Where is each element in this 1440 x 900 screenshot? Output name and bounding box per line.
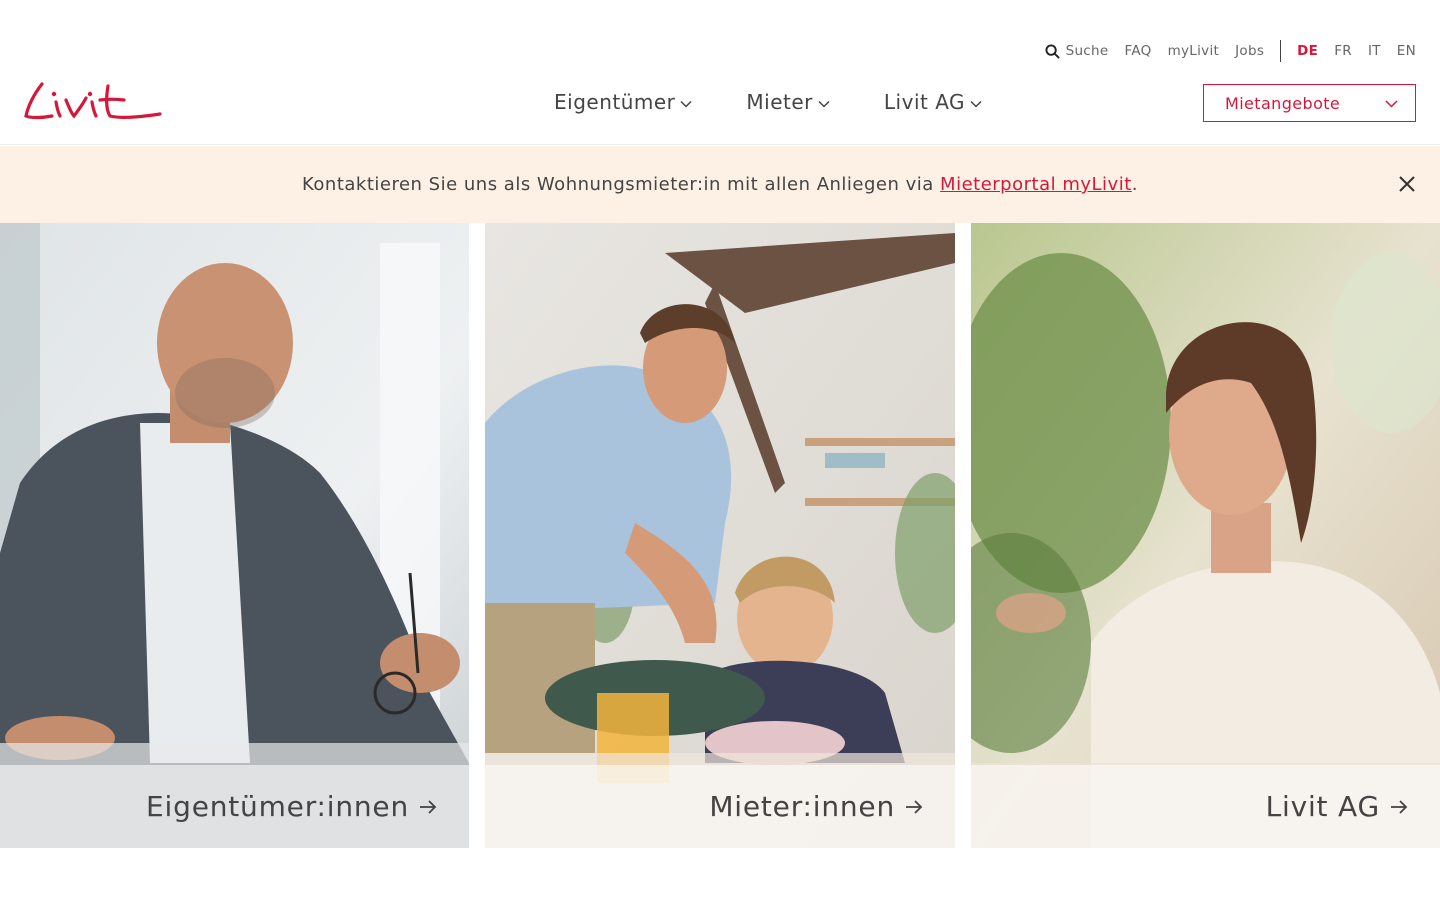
language-de[interactable]: DE [1297, 43, 1318, 59]
search-label: Suche [1065, 43, 1109, 59]
info-banner: Kontaktieren Sie uns als Wohnungsmieter:… [0, 146, 1440, 223]
nav-item-label: Mieter [746, 90, 813, 114]
livit-logo[interactable] [24, 80, 164, 126]
utility-bar: Suche FAQ myLivit Jobs DE FR IT EN [1045, 40, 1416, 62]
language-it[interactable]: IT [1368, 43, 1381, 59]
woman-laughing-photo [971, 223, 1440, 848]
arrow-right-icon [1391, 799, 1408, 814]
arrow-right-icon [420, 799, 437, 814]
chevron-down-icon [970, 100, 982, 108]
chevron-down-icon [818, 100, 830, 108]
nav-item-label: Livit AG [883, 90, 966, 114]
tile-livit-ag[interactable]: Livit AG [971, 223, 1440, 848]
tile-mieter[interactable]: Mieter:innen [485, 223, 955, 848]
mietangebote-dropdown[interactable]: Mietangebote [1203, 84, 1416, 122]
nav-item-eigentuemer[interactable]: Eigentümer [554, 90, 692, 114]
banner-text: Kontaktieren Sie uns als Wohnungsmieter:… [302, 174, 1138, 195]
chevron-down-icon [680, 100, 692, 108]
topbar-divider [1280, 40, 1282, 62]
close-icon[interactable] [1398, 175, 1416, 193]
banner-text-start: Kontaktieren Sie uns als Wohnungsmieter:… [301, 174, 941, 195]
search-icon [1045, 43, 1060, 59]
site-header: Suche FAQ myLivit Jobs DE FR IT EN Eigen… [0, 0, 1440, 145]
nav-item-livit-ag[interactable]: Livit AG [884, 90, 982, 114]
main-navigation: Eigentümer Mieter Livit AG [554, 90, 1036, 114]
jobs-link[interactable]: Jobs [1235, 43, 1264, 59]
faq-link[interactable]: FAQ [1125, 43, 1152, 59]
chevron-down-icon [1385, 100, 1398, 108]
mylivit-link[interactable]: myLivit [1168, 43, 1220, 59]
tile-label-bar: Mieter:innen [485, 765, 955, 848]
father-daughter-cooking-photo [485, 223, 955, 848]
tile-label: Eigentümer:innen [146, 790, 409, 823]
language-fr[interactable]: FR [1334, 43, 1352, 59]
language-en[interactable]: EN [1397, 43, 1416, 59]
arrow-right-icon [906, 799, 923, 814]
nav-item-mieter[interactable]: Mieter [746, 90, 830, 114]
nav-item-label: Eigentümer [554, 90, 676, 114]
mieterportal-link[interactable]: Mieterportal myLivit [940, 174, 1132, 195]
tile-label-bar: Eigentümer:innen [0, 765, 469, 848]
tile-label: Livit AG [1265, 790, 1380, 823]
tile-label-bar: Livit AG [971, 765, 1440, 848]
search-link[interactable]: Suche [1045, 43, 1109, 59]
dropdown-label: Mietangebote [1225, 93, 1341, 113]
banner-text-end: . [1131, 174, 1138, 195]
tile-label: Mieter:innen [709, 790, 895, 823]
businessman-smiling-photo [0, 223, 469, 848]
tile-eigentuemer[interactable]: Eigentümer:innen [0, 223, 469, 848]
